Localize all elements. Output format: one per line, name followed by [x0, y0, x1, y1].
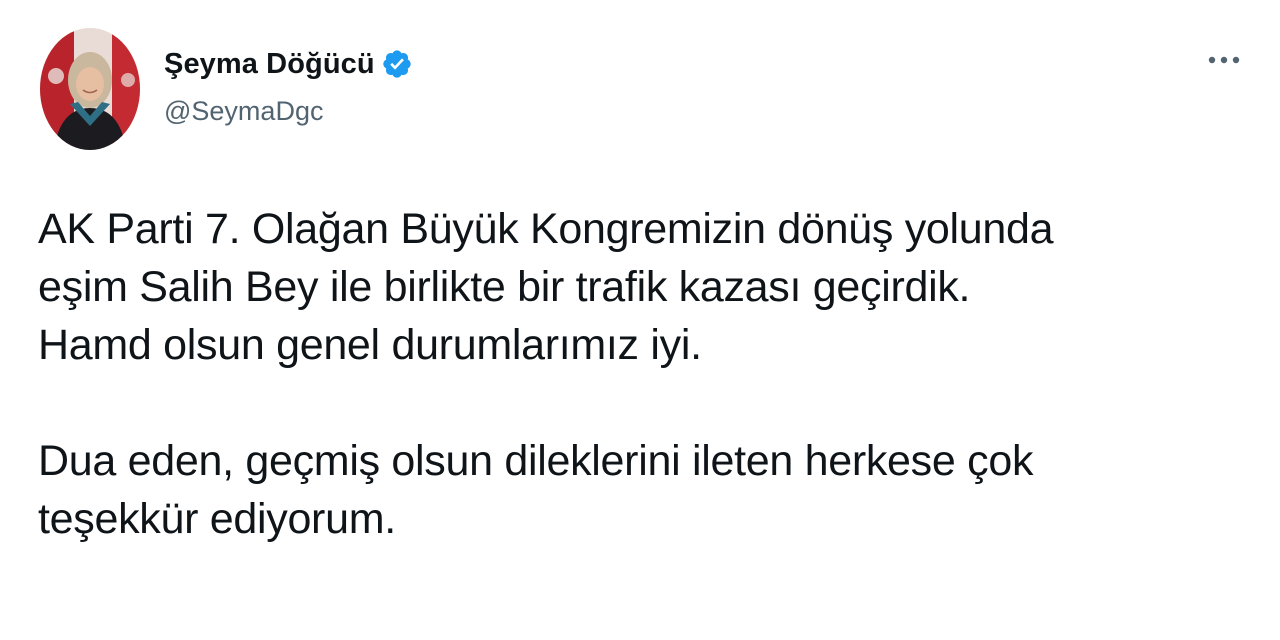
tweet-card: Şeyma Döğücü @SeymaDgc AK Parti 7. Olağa…	[0, 0, 1280, 640]
author-display-name[interactable]: Şeyma Döğücü	[164, 48, 375, 81]
author-avatar[interactable]	[40, 28, 140, 150]
tweet-text-line: Dua eden, geçmiş olsun dileklerini ilete…	[38, 437, 1034, 485]
author-handle[interactable]: @SeymaDgc	[164, 96, 323, 127]
tweet-text-line: eşim Salih Bey ile birlikte bir trafik k…	[38, 263, 971, 311]
tweet-text: AK Parti 7. Olağan Büyük Kongremizin dön…	[38, 200, 1238, 548]
profile-photo-icon	[40, 28, 140, 150]
author-name-row: Şeyma Döğücü	[164, 44, 413, 84]
tweet-text-line: AK Parti 7. Olağan Büyük Kongremizin dön…	[38, 205, 1054, 253]
verified-badge-icon	[381, 48, 413, 80]
more-horizontal-icon	[1208, 56, 1240, 64]
tweet-text-line: teşekkür ediyorum.	[38, 495, 396, 543]
tweet-text-line: Hamd olsun genel durumlarımız iyi.	[38, 321, 702, 369]
more-options-button[interactable]	[1202, 44, 1246, 76]
